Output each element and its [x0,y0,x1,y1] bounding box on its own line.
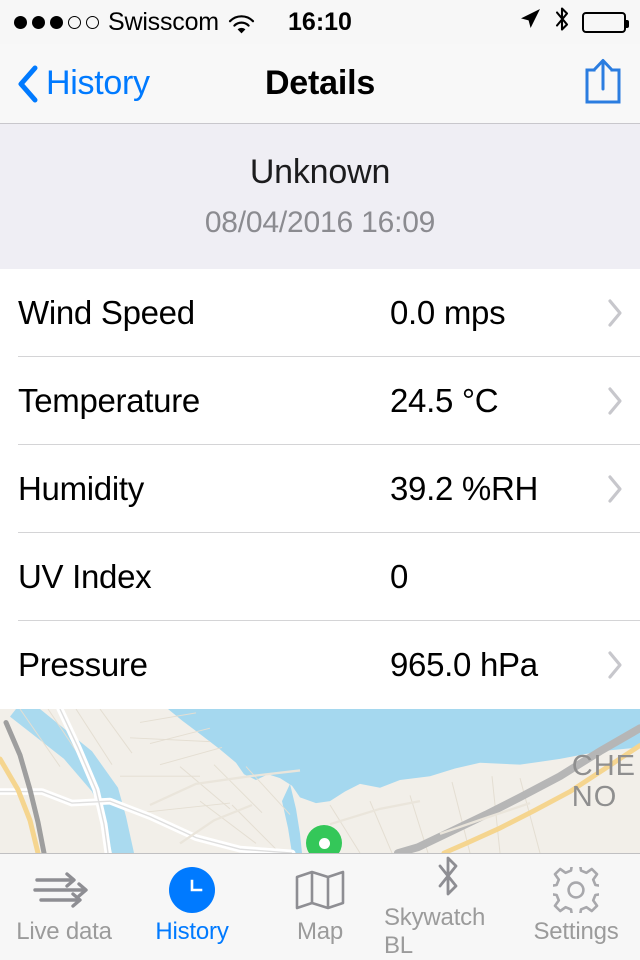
tab-label: Map [296,918,344,945]
navigation-bar: History Details [0,44,640,124]
chevron-right-icon [607,386,624,416]
row-label: Temperature [18,382,200,419]
wifi-icon [228,12,255,34]
row-label: Wind Speed [18,294,195,331]
row-value: 0.0 mps [390,294,506,331]
tab-label: History [155,918,229,945]
table-row: UV Index 0 [0,533,640,621]
chevron-left-icon [16,64,40,104]
map-view[interactable]: CHE NO [0,709,640,853]
row-label: Humidity [18,470,144,507]
status-bar: Swisscom 16:10 [0,0,640,44]
share-icon [582,59,624,109]
tab-label: Live data [16,918,112,945]
table-row[interactable]: Temperature 24.5 °C [0,357,640,445]
row-value: 0 [390,558,409,595]
chevron-right-icon [607,650,624,680]
record-timestamp: 08/04/2016 16:09 [204,206,436,239]
clock-icon [169,867,215,913]
status-bar-right [518,6,629,39]
app-root: Swisscom 16:10 History Details Unknown 0… [0,0,640,960]
tab-map[interactable]: Map [256,854,384,960]
signal-dot-5 [86,15,99,29]
signal-dot-3 [50,15,63,29]
location-pin-dot [318,837,330,849]
battery-icon [582,11,629,33]
signal-dot-2 [32,15,45,29]
chevron-right-icon [607,298,624,328]
row-label: UV Index [18,558,152,595]
table-row[interactable]: Wind Speed 0.0 mps [0,269,640,357]
row-value: 24.5 °C [390,382,499,419]
table-row[interactable]: Pressure 965.0 hPa [0,621,640,709]
back-button[interactable]: History [16,64,150,104]
status-bar-left: Swisscom [14,8,255,37]
map-icon [295,868,345,912]
signal-strength-dots [14,15,99,29]
row-label: Pressure [18,646,148,683]
tab-skywatch-bl[interactable]: Skywatch BL [384,854,512,960]
carrier-label: Swisscom [108,7,219,36]
bluetooth-icon [433,854,463,898]
tab-history[interactable]: History [128,854,256,960]
row-value: 965.0 hPa [390,646,538,683]
location-arrow-icon [518,7,542,38]
signal-dot-4 [68,15,81,29]
record-title: Unknown [249,153,391,191]
tab-label: Skywatch BL [384,904,486,959]
tab-live-data[interactable]: Live data [0,854,128,960]
measurement-list: Wind Speed 0.0 mps Temperature 24.5 °C H… [0,269,640,709]
row-value: 39.2 %RH [390,470,539,507]
back-button-label: History [46,64,150,102]
tab-label: Settings [533,918,619,945]
bluetooth-icon [553,6,571,39]
chevron-right-icon [607,474,624,504]
signal-dot-1 [14,15,27,29]
tab-settings[interactable]: Settings [512,854,640,960]
tab-bar: Live data History Map Skywatch BL Settin… [0,853,640,960]
gear-icon [553,867,599,913]
wind-arrows-icon [33,868,95,912]
detail-header: Unknown 08/04/2016 16:09 [0,124,640,269]
location-pin-marker[interactable] [306,825,342,853]
share-button[interactable] [582,57,624,110]
table-row[interactable]: Humidity 39.2 %RH [0,445,640,533]
